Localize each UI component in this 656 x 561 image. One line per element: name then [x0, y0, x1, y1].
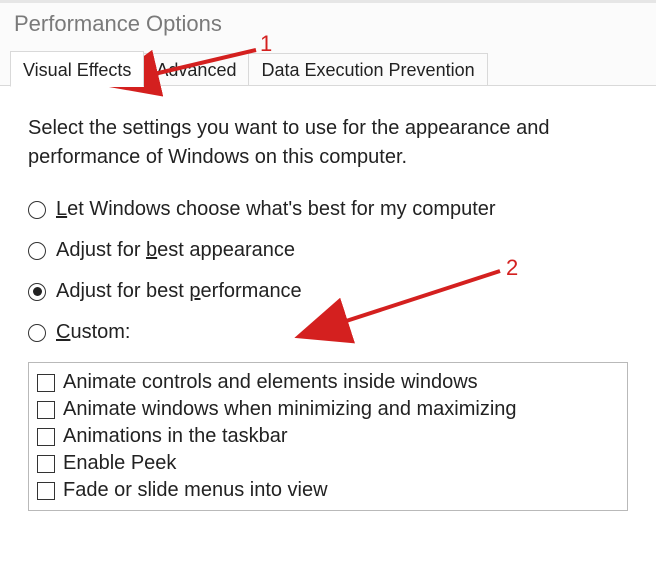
performance-options-window: Performance Options Visual Effects Advan… [0, 0, 656, 558]
tab-label: Visual Effects [23, 60, 131, 80]
annotation-arrow-2 [340, 271, 500, 323]
annotation-arrow-1 [150, 50, 256, 75]
tab-visual-effects[interactable]: Visual Effects [10, 51, 144, 87]
